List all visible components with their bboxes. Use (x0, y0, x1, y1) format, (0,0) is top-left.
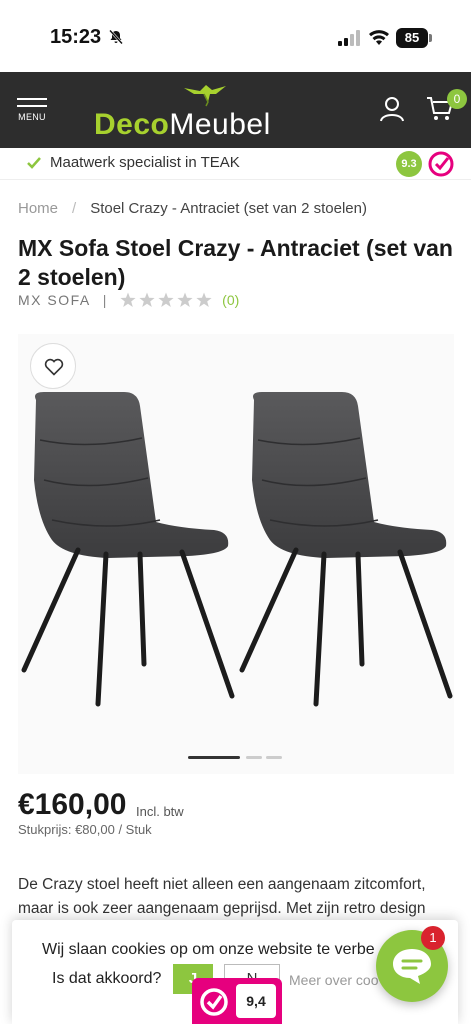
battery-indicator: 85 (396, 28, 428, 48)
menu-label: MENU (18, 112, 46, 122)
breadcrumb-current: Stoel Crazy - Antraciet (set van 2 stoel… (90, 200, 367, 217)
menu-bar (17, 105, 47, 107)
star-icon (120, 292, 136, 307)
price-vat-note: Incl. btw (136, 804, 184, 819)
wifi-icon (369, 30, 389, 45)
status-bar: 15:23 85 (0, 0, 471, 72)
star-icon (158, 292, 174, 307)
check-icon (27, 157, 41, 169)
cart-count-badge: 0 (447, 89, 467, 109)
gallery-dot[interactable] (188, 756, 240, 759)
breadcrumb-separator: / (72, 200, 77, 217)
site-logo[interactable]: DecoMeubel (94, 82, 320, 142)
menu-bar (17, 98, 47, 100)
chat-bubble-icon (393, 949, 431, 984)
rating-stars (120, 292, 212, 307)
kiyoh-score: 9,4 (236, 984, 276, 1018)
product-image-chairs[interactable] (18, 380, 454, 710)
battery-tip (429, 34, 432, 42)
breadcrumb-home[interactable]: Home (18, 200, 58, 217)
product-description: De Crazy stoel heeft niet alleen een aan… (18, 876, 426, 917)
cookie-question: Is dat akkoord? (52, 970, 162, 987)
star-icon (196, 292, 212, 307)
chair-left (21, 392, 235, 707)
star-icon (139, 292, 155, 307)
usp-text: Maatwerk specialist in TEAK (50, 154, 240, 171)
cookie-message: Wij slaan cookies op om onze website te … (42, 941, 375, 958)
breadcrumb: Home / Stoel Crazy - Antraciet (set van 2 … (18, 200, 367, 217)
heart-icon (44, 358, 64, 376)
gallery-dot[interactable] (266, 756, 282, 759)
kiyoh-widget-icon (200, 988, 228, 1016)
status-time: 15:23 (50, 26, 102, 48)
brand-divider: | (102, 292, 107, 308)
bird-logo-icon (184, 85, 226, 107)
gallery-dot[interactable] (246, 756, 262, 759)
kiyoh-logo-icon[interactable] (427, 150, 455, 178)
review-score-badge[interactable]: 9.3 (396, 151, 422, 177)
logo-part-meubel: Meubel (169, 108, 271, 141)
signal-icon (338, 30, 360, 46)
brand-rating-row: MX SOFA | (0) (18, 292, 239, 308)
star-icon (177, 292, 193, 307)
logo-part-deco: Deco (94, 108, 170, 141)
review-count[interactable]: (0) (222, 292, 239, 308)
product-price: €160,00 (18, 788, 127, 821)
wishlist-button[interactable] (30, 343, 76, 389)
brand-name[interactable]: MX SOFA (18, 292, 91, 308)
unit-price: Stukprijs: €80,00 / Stuk (18, 822, 152, 837)
chair-right (239, 392, 453, 707)
cookie-more-link[interactable]: Meer over coo (289, 972, 381, 988)
chat-notification-badge: 1 (421, 926, 445, 950)
product-title: MX Sofa Stoel Crazy - Antraciet (set van… (18, 235, 453, 290)
bell-off-icon (109, 29, 123, 45)
user-account-icon[interactable] (380, 96, 404, 122)
logo-text: DecoMeubel (94, 108, 271, 142)
